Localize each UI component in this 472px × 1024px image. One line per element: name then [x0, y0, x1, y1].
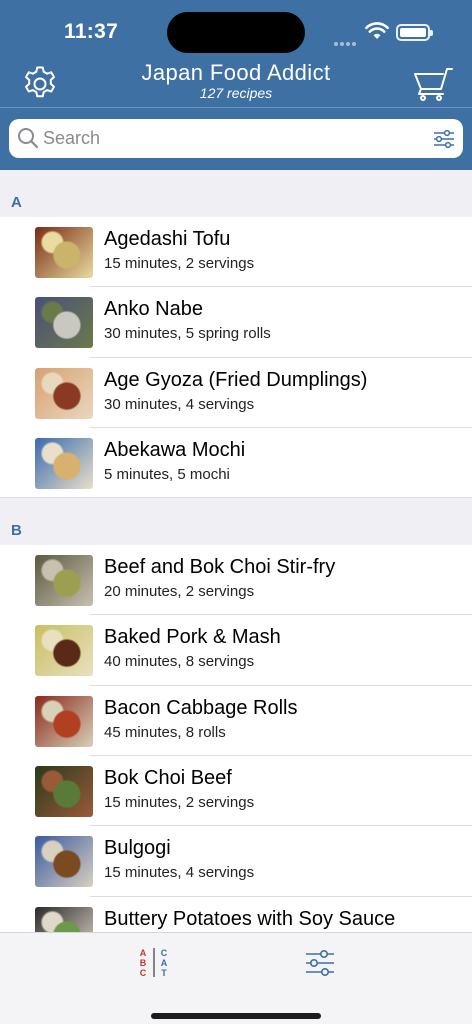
recipe-name: Beef and Bok Choi Stir-fry: [104, 556, 336, 579]
recipe-row[interactable]: Age Gyoza (Fried Dumplings) 30 minutes, 4…: [0, 357, 472, 428]
cat-letter: T: [161, 968, 167, 978]
recipe-name: Bok Choi Beef: [104, 767, 232, 790]
recipe-meta: 15 minutes, 2 servings: [104, 255, 255, 272]
search-icon: [17, 127, 39, 154]
header-divider: [0, 107, 472, 108]
section-header: B: [0, 498, 472, 546]
recipe-row[interactable]: Abekawa Mochi 5 minutes, 5 mochi: [0, 427, 472, 499]
recipe-meta: 40 minutes, 8 servings: [104, 653, 255, 671]
recipe-thumbnail: [35, 297, 93, 349]
cart-icon: [414, 68, 453, 101]
recipe-row[interactable]: Baked Pork & Mash 40 minutes, 8 servings: [0, 615, 472, 686]
recipe-name: Anko Nabe: [104, 298, 203, 321]
cat-letter: C: [161, 948, 168, 958]
abc-letter: B: [140, 958, 147, 968]
battery-icon: [396, 24, 433, 41]
recipe-meta: 5 minutes, 5 mochi: [104, 465, 230, 483]
recipe-thumbnail: [35, 625, 93, 677]
recipe-thumbnail: [35, 766, 93, 818]
recipe-row[interactable]: Buttery Potatoes with Soy Sauce: [0, 896, 472, 932]
recipe-row[interactable]: Agedashi Tofu 15 minutes, 2 servings: [0, 217, 472, 288]
dynamic-island: [167, 12, 305, 53]
recipe-meta: 30 minutes, 5 spring rolls: [104, 325, 271, 343]
recipe-thumbnail: [35, 906, 93, 932]
recipe-meta: 20 minutes, 2 servings: [104, 583, 255, 601]
recipe-row[interactable]: Beef and Bok Choi Stir-fry 20 minutes, 2 …: [0, 545, 472, 616]
app-header: 11:37 Japan Food Addict 127 recipes: [0, 0, 472, 170]
sliders-icon: [434, 129, 454, 149]
recipe-thumbnail: [35, 836, 93, 888]
recipe-row[interactable]: Bok Choi Beef 15 minutes, 2 servings: [0, 756, 472, 827]
tab-alphabetical-categories[interactable]: ABCCAT: [137, 947, 171, 981]
section-header: A: [0, 170, 472, 217]
home-indicator: [151, 1013, 321, 1019]
recipe-meta: 30 minutes, 4 servings: [104, 395, 255, 413]
recipe-row[interactable]: Bacon Cabbage Rolls 45 minutes, 8 rolls: [0, 685, 472, 757]
recipe-thumbnail: [35, 367, 93, 419]
tab-filters[interactable]: [305, 949, 335, 982]
abc-letter: A: [140, 948, 147, 958]
recipe-name: Buttery Potatoes with Soy Sauce: [104, 907, 396, 930]
recipe-meta: 15 minutes, 4 servings: [104, 864, 255, 882]
tab-bar: ABCCAT: [0, 932, 472, 1024]
section-letter: A: [11, 194, 22, 211]
search-input[interactable]: [43, 119, 423, 158]
abc-letter: C: [140, 968, 147, 978]
search-bar[interactable]: [9, 119, 463, 158]
recipe-name: Abekawa Mochi: [104, 438, 246, 461]
recipe-list[interactable]: A Agedashi Tofu 15 minutes, 2 servings Anko…: [0, 170, 472, 932]
recipe-meta: 15 minutes, 2 servings: [104, 794, 255, 812]
recipe-row[interactable]: Anko Nabe 30 minutes, 5 spring rolls: [0, 287, 472, 358]
recipe-thumbnail: [35, 695, 93, 747]
recipe-thumbnail: [35, 555, 93, 607]
recipe-row[interactable]: Bulgogi 15 minutes, 4 servings: [0, 826, 472, 897]
recipe-name: Age Gyoza (Fried Dumplings): [104, 368, 368, 391]
recipe-thumbnail: [35, 227, 93, 278]
recipe-count: 127 recipes: [199, 85, 273, 101]
sliders-icon: [306, 949, 334, 976]
status-bar: 11:37: [0, 0, 472, 56]
abc-cat-icon: ABCCAT: [140, 948, 168, 978]
status-time: 11:37: [64, 20, 119, 43]
shopping-cart-button[interactable]: [412, 66, 454, 102]
app-title: Japan Food Addict: [141, 60, 331, 85]
recipe-name: Baked Pork & Mash: [104, 626, 281, 649]
recipe-name: Bacon Cabbage Rolls: [104, 696, 298, 719]
cellular-signal-icon: [334, 33, 358, 51]
section-letter: B: [11, 522, 22, 540]
cat-letter: A: [161, 958, 168, 968]
wifi-icon: [365, 22, 389, 45]
recipe-thumbnail: [35, 437, 93, 489]
recipe-meta: 45 minutes, 8 rolls: [104, 723, 226, 741]
recipe-name: Agedashi Tofu: [104, 228, 231, 250]
recipe-name: Bulgogi: [104, 837, 171, 860]
search-filter-button[interactable]: [433, 129, 455, 154]
